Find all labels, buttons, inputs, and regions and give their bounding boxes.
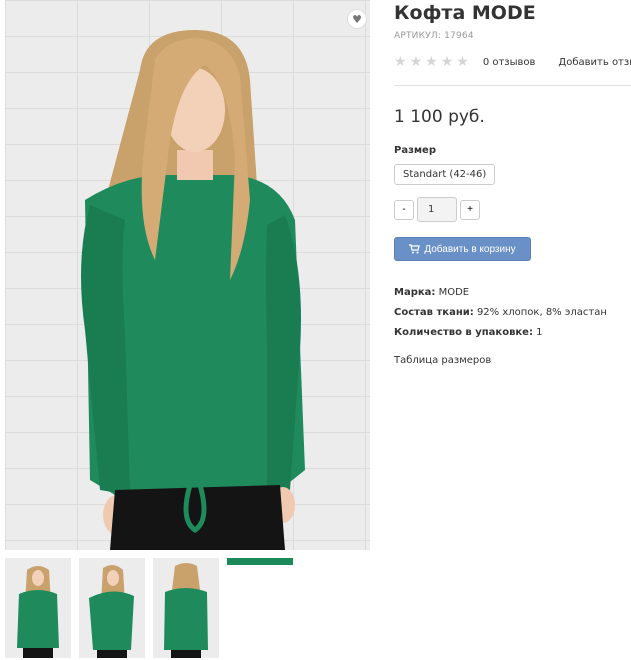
star-icon[interactable]: ★: [425, 55, 438, 69]
rating-stars[interactable]: ★ ★ ★ ★ ★: [394, 55, 469, 69]
reviews-count[interactable]: 0 отзывов: [483, 57, 536, 68]
product-info-panel: Кофта MODE АРТИКУЛ: 17964 ★ ★ ★ ★ ★ 0 от…: [394, 0, 631, 366]
thumbnail-2-image: [79, 558, 145, 658]
thumbnail-3-image: [153, 558, 219, 658]
attribute-label: Состав ткани:: [394, 307, 474, 318]
attribute-value: 92% хлопок, 8% эластан: [476, 307, 607, 318]
attribute-row-composition: Состав ткани: 92% хлопок, 8% эластан: [394, 303, 631, 323]
thumbnail-2[interactable]: [79, 558, 145, 658]
model-illustration: [81, 30, 305, 550]
size-option-standart[interactable]: Standart (42-46): [394, 164, 496, 185]
star-icon[interactable]: ★: [394, 55, 407, 69]
product-sku: АРТИКУЛ: 17964: [394, 31, 474, 41]
size-label: Размер: [394, 145, 437, 156]
divider: [394, 85, 631, 86]
heart-icon: ♥: [352, 12, 362, 26]
wishlist-heart-button[interactable]: ♥: [347, 9, 367, 29]
thumbnail-strip: [5, 558, 293, 658]
star-icon[interactable]: ★: [410, 55, 423, 69]
attribute-label: Марка:: [394, 287, 436, 298]
size-table-link[interactable]: Таблица размеров: [394, 355, 631, 366]
quantity-stepper: - +: [394, 197, 631, 222]
product-main-image[interactable]: ♥: [5, 0, 370, 550]
cart-icon: [409, 244, 421, 254]
thumbnail-1[interactable]: [5, 558, 71, 658]
thumbnail-1-image: [5, 558, 71, 658]
product-title: Кофта MODE: [394, 2, 536, 24]
product-price: 1 100 руб.: [394, 107, 485, 127]
star-icon[interactable]: ★: [456, 55, 469, 69]
add-to-cart-button[interactable]: Добавить в корзину: [394, 237, 531, 261]
thumbnail-3[interactable]: [153, 558, 219, 658]
quantity-input[interactable]: [417, 197, 457, 222]
add-to-cart-label: Добавить в корзину: [424, 243, 516, 255]
star-icon[interactable]: ★: [441, 55, 454, 69]
add-review-link[interactable]: Добавить отзы: [558, 57, 631, 68]
attribute-value: 1: [536, 327, 543, 338]
product-attributes: Марка: MODE Состав ткани: 92% хлопок, 8%…: [394, 283, 631, 343]
attribute-label: Количество в упаковке:: [394, 327, 533, 338]
rating-row: ★ ★ ★ ★ ★ 0 отзывов Добавить отзы: [394, 53, 631, 71]
quantity-increase-button[interactable]: +: [460, 199, 480, 220]
attribute-row-brand: Марка: MODE: [394, 283, 631, 303]
quantity-decrease-button[interactable]: -: [394, 199, 414, 220]
attribute-value: MODE: [438, 287, 470, 298]
attribute-row-pack-quantity: Количество в упаковке: 1: [394, 323, 631, 343]
thumbnail-color-swatch[interactable]: [227, 558, 293, 565]
